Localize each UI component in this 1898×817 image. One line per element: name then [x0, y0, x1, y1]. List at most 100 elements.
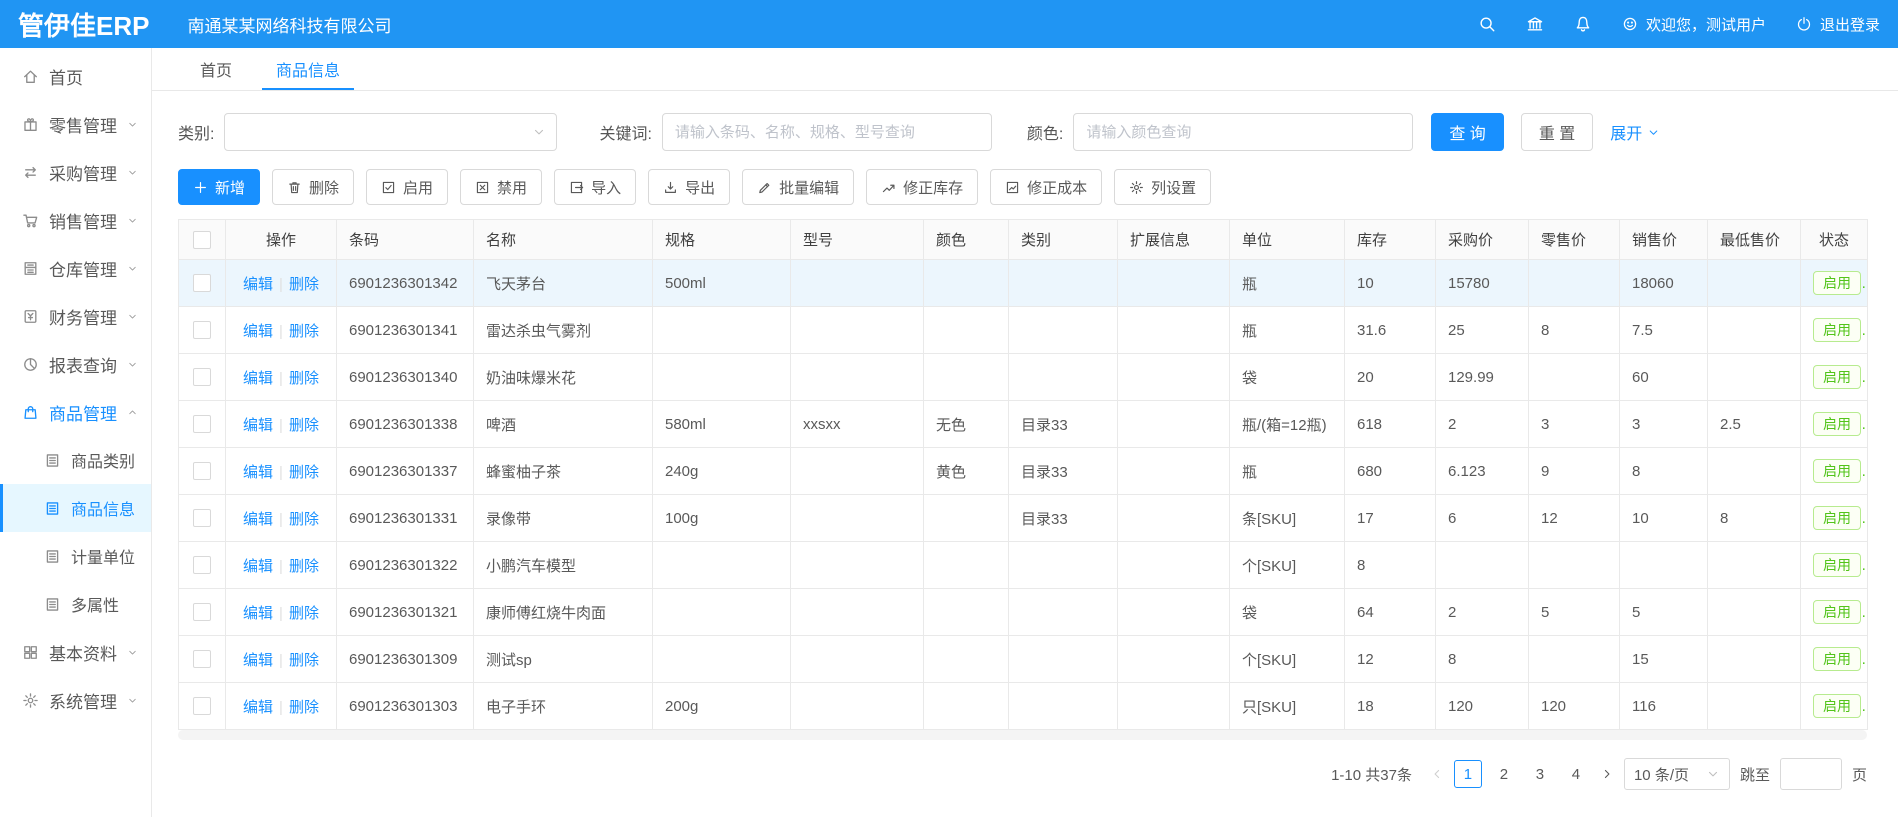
gear-icon — [1129, 180, 1144, 195]
cell-min: 8 — [1708, 495, 1801, 542]
import-button[interactable]: 导入 — [554, 169, 636, 205]
search-icon[interactable] — [1478, 15, 1496, 33]
delete-button[interactable]: 删除 — [272, 169, 354, 205]
delete-link[interactable]: 删除 — [289, 417, 319, 434]
header-select-all — [179, 220, 226, 260]
page-button-4[interactable]: 4 — [1562, 760, 1590, 788]
color-input[interactable] — [1073, 113, 1413, 151]
prev-page-icon[interactable] — [1430, 767, 1444, 781]
delete-link[interactable]: 删除 — [289, 323, 319, 340]
sidebar-item-sales[interactable]: 销售管理 — [0, 196, 151, 244]
column-header: 库存 — [1345, 220, 1436, 260]
cell-category — [1009, 354, 1118, 401]
row-checkbox[interactable] — [193, 462, 211, 480]
row-checkbox[interactable] — [193, 603, 211, 621]
sidebar-item-goods-info[interactable]: 商品信息 — [0, 484, 151, 532]
page-button-1[interactable]: 1 — [1454, 760, 1482, 788]
fix-stock-button[interactable]: 修正库存 — [866, 169, 978, 205]
sidebar-item-label: 首页 — [49, 64, 83, 89]
link-separator: | — [279, 464, 283, 481]
row-checkbox[interactable] — [193, 556, 211, 574]
row-checkbox[interactable] — [193, 274, 211, 292]
sidebar-item-reports[interactable]: 报表查询 — [0, 340, 151, 388]
keyword-input[interactable] — [662, 113, 992, 151]
sidebar-item-basic-data[interactable]: 基本资料 — [0, 628, 151, 676]
delete-link[interactable]: 删除 — [289, 605, 319, 622]
page-button-2[interactable]: 2 — [1490, 760, 1518, 788]
page-size-value: 10 条/页 — [1634, 764, 1689, 785]
horizontal-scrollbar[interactable] — [178, 730, 1867, 740]
sidebar-item-system[interactable]: 系统管理 — [0, 676, 151, 724]
expand-link[interactable]: 展开 — [1610, 120, 1660, 144]
delete-link[interactable]: 删除 — [289, 464, 319, 481]
reset-button[interactable]: 重 置 — [1521, 113, 1593, 151]
search-button[interactable]: 查 询 — [1431, 113, 1503, 151]
page-size-select[interactable]: 10 条/页 — [1624, 758, 1730, 790]
sidebar-item-goods-category[interactable]: 商品类别 — [0, 436, 151, 484]
page-numbers: 1234 — [1454, 760, 1590, 788]
add-button[interactable]: 新增 — [178, 169, 260, 205]
user-menu[interactable]: 欢迎您，测试用户 — [1622, 14, 1766, 35]
batch-edit-button[interactable]: 批量编辑 — [742, 169, 854, 205]
sidebar-item-multi-attribute[interactable]: 多属性 — [0, 580, 151, 628]
edit-link[interactable]: 编辑 — [243, 417, 273, 434]
cell-unit: 袋 — [1230, 589, 1345, 636]
delete-link[interactable]: 删除 — [289, 276, 319, 293]
cell-model — [791, 683, 924, 730]
edit-link[interactable]: 编辑 — [243, 464, 273, 481]
sidebar-item-home[interactable]: 首页 — [0, 52, 151, 100]
edit-link[interactable]: 编辑 — [243, 370, 273, 387]
row-checkbox[interactable] — [193, 650, 211, 668]
next-page-icon[interactable] — [1600, 767, 1614, 781]
jump-page-input[interactable] — [1780, 758, 1842, 790]
export-button[interactable]: 导出 — [648, 169, 730, 205]
cell-barcode: 6901236301338 — [337, 401, 474, 448]
cell-min — [1708, 260, 1801, 307]
disable-button[interactable]: 禁用 — [460, 169, 542, 205]
sidebar-item-goods[interactable]: 商品管理 — [0, 388, 151, 436]
row-checkbox[interactable] — [193, 415, 211, 433]
sidebar-item-measure-unit[interactable]: 计量单位 — [0, 532, 151, 580]
edit-link[interactable]: 编辑 — [243, 699, 273, 716]
sidebar-item-label: 商品信息 — [71, 496, 135, 520]
fix-cost-button[interactable]: 修正成本 — [990, 169, 1102, 205]
cell-model — [791, 636, 924, 683]
tab-goods-info[interactable]: 商品信息 — [254, 48, 362, 90]
edit-link[interactable]: 编辑 — [243, 276, 273, 293]
edit-link[interactable]: 编辑 — [243, 511, 273, 528]
edit-link[interactable]: 编辑 — [243, 323, 273, 340]
trash-icon — [287, 180, 302, 195]
delete-link[interactable]: 删除 — [289, 652, 319, 669]
delete-link[interactable]: 删除 — [289, 699, 319, 716]
row-checkbox[interactable] — [193, 697, 211, 715]
edit-link[interactable]: 编辑 — [243, 652, 273, 669]
cell-retail — [1529, 542, 1620, 589]
cell-min — [1708, 307, 1801, 354]
sidebar-item-retail[interactable]: 零售管理 — [0, 100, 151, 148]
column-settings-button[interactable]: 列设置 — [1114, 169, 1211, 205]
sidebar-item-finance[interactable]: 财务管理 — [0, 292, 151, 340]
cell-spec: 580ml — [653, 401, 791, 448]
tab-home[interactable]: 首页 — [178, 48, 254, 90]
row-checkbox[interactable] — [193, 321, 211, 339]
category-select[interactable] — [224, 113, 557, 151]
notification-bell-icon[interactable] — [1574, 15, 1592, 33]
cell-ext — [1118, 683, 1230, 730]
delete-link[interactable]: 删除 — [289, 558, 319, 575]
enable-button[interactable]: 启用 — [366, 169, 448, 205]
page-button-3[interactable]: 3 — [1526, 760, 1554, 788]
edit-link[interactable]: 编辑 — [243, 605, 273, 622]
row-checkbox[interactable] — [193, 368, 211, 386]
sidebar-item-warehouse[interactable]: 仓库管理 — [0, 244, 151, 292]
sidebar-item-purchase[interactable]: 采购管理 — [0, 148, 151, 196]
select-all-checkbox[interactable] — [193, 231, 211, 249]
platform-icon[interactable] — [1526, 15, 1544, 33]
chevron-down-icon — [127, 215, 138, 226]
delete-link[interactable]: 删除 — [289, 370, 319, 387]
cell-model — [791, 307, 924, 354]
cell-sale: 8 — [1620, 448, 1708, 495]
logout-button[interactable]: 退出登录 — [1796, 14, 1880, 35]
delete-link[interactable]: 删除 — [289, 511, 319, 528]
edit-link[interactable]: 编辑 — [243, 558, 273, 575]
row-checkbox[interactable] — [193, 509, 211, 527]
